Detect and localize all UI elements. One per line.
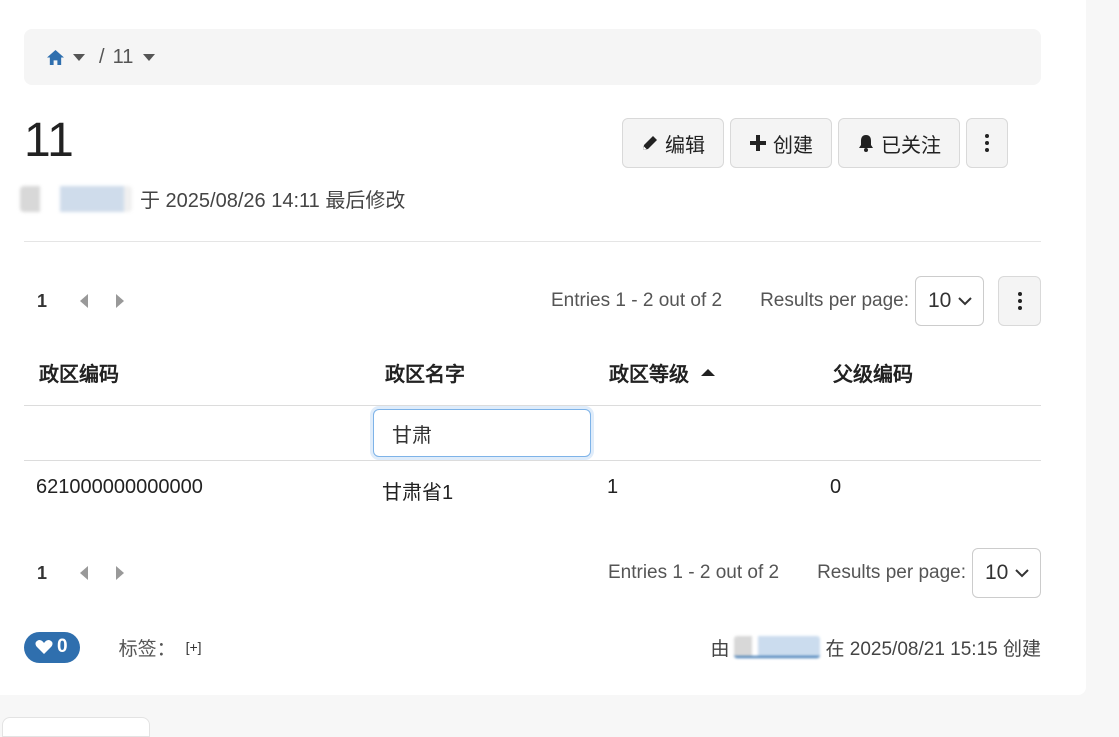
- column-header-level-label: 政区等级: [609, 364, 689, 386]
- tags-label: 标签：: [118, 638, 176, 660]
- column-header-parent-code[interactable]: 父级编码: [833, 358, 913, 387]
- breadcrumb-separator: /: [99, 45, 105, 68]
- kebab-icon: [1017, 292, 1022, 310]
- add-tag-link[interactable]: [+]: [186, 639, 202, 655]
- modified-info: 于 2025/08/26 14:11 最后修改: [20, 184, 405, 213]
- breadcrumb-current-label: 11: [112, 45, 134, 68]
- page-number[interactable]: 1: [37, 563, 47, 584]
- edit-button[interactable]: 编辑: [622, 118, 724, 168]
- page-content: / 11 11 于 2025/08/26 14:11 最后修改 编辑 创建 已关…: [0, 0, 1086, 695]
- results-per-page-value: 10: [985, 561, 1009, 584]
- column-header-code[interactable]: 政区编码: [39, 358, 119, 387]
- next-page-icon[interactable]: [116, 566, 125, 580]
- page-number[interactable]: 1: [37, 291, 47, 312]
- edit-button-label: 编辑: [665, 134, 705, 157]
- created-text: 在 2025/08/21 15:15 创建: [825, 638, 1041, 660]
- column-header-name[interactable]: 政区名字: [385, 358, 465, 387]
- divider: [24, 241, 1041, 242]
- pencil-icon: [643, 136, 657, 150]
- breadcrumb-current[interactable]: 11: [113, 46, 156, 69]
- table-header-row: 政区编码 政区名字 政区等级 父级编码: [24, 340, 1041, 406]
- entries-count: Entries 1 - 2 out of 2: [607, 562, 780, 583]
- plus-icon: [750, 135, 766, 151]
- more-actions-button[interactable]: [966, 118, 1008, 168]
- modified-text: 于 2025/08/26 14:11 最后修改: [140, 190, 406, 212]
- pager-top: 1 Entries 1 - 2 out of 2 Results per pag…: [24, 276, 1041, 326]
- like-count: 0: [57, 636, 68, 657]
- breadcrumb-home[interactable]: [46, 49, 85, 66]
- sort-ascending-icon: [701, 369, 715, 376]
- results-per-page-value: 10: [928, 289, 952, 312]
- data-table: 政区编码 政区名字 政区等级 父级编码 621000000000000 甘肃省1…: [24, 340, 1041, 517]
- page-title: 11: [24, 114, 74, 167]
- prev-page-icon[interactable]: [80, 294, 89, 308]
- chevron-down-icon: [1015, 569, 1029, 578]
- chevron-down-icon: [958, 297, 972, 306]
- results-per-page-label: Results per page:: [760, 290, 909, 311]
- heart-icon: [35, 639, 53, 654]
- breadcrumb: / 11: [24, 29, 1041, 85]
- pager-bottom: 1 Entries 1 - 2 out of 2 Results per pag…: [24, 548, 1041, 598]
- page-footer: 0 标签： [+] 由 在 2025/08/21 15:15 创建: [24, 631, 1041, 663]
- entries-count: Entries 1 - 2 out of 2: [550, 290, 723, 311]
- kebab-icon: [985, 134, 989, 152]
- home-icon: [47, 49, 64, 65]
- filter-row: [24, 406, 1041, 461]
- chevron-down-icon: [73, 53, 85, 61]
- table-options-button[interactable]: [998, 276, 1041, 326]
- chevron-down-icon: [143, 53, 156, 61]
- cell-code: 621000000000000: [36, 476, 203, 498]
- results-per-page-label: Results per page:: [817, 562, 966, 583]
- like-button[interactable]: 0: [24, 631, 80, 663]
- create-button[interactable]: 创建: [730, 118, 832, 168]
- prev-page-icon[interactable]: [80, 566, 89, 580]
- create-button-label: 创建: [773, 134, 813, 157]
- creator-user-link[interactable]: [733, 636, 820, 658]
- table-row: 621000000000000 甘肃省1 1 0: [24, 461, 1041, 517]
- column-header-level[interactable]: 政区等级: [609, 358, 715, 387]
- created-prefix: 由: [710, 638, 730, 660]
- page-actions: 编辑 创建 已关注: [622, 118, 1008, 168]
- bottom-tab[interactable]: [2, 717, 150, 737]
- results-per-page-select[interactable]: 10: [915, 276, 984, 326]
- modifier-user-link[interactable]: [20, 185, 132, 212]
- results-per-page-select[interactable]: 10: [972, 548, 1041, 598]
- follow-button[interactable]: 已关注: [838, 118, 960, 168]
- cell-level: 1: [607, 476, 619, 498]
- created-info: 由 在 2025/08/21 15:15 创建: [710, 634, 1041, 661]
- bell-icon: [859, 135, 873, 152]
- follow-button-label: 已关注: [881, 134, 941, 157]
- name-filter-input[interactable]: [373, 409, 591, 457]
- next-page-icon[interactable]: [116, 294, 125, 308]
- cell-parent-code: 0: [830, 476, 842, 498]
- cell-name: 甘肃省1: [382, 482, 454, 504]
